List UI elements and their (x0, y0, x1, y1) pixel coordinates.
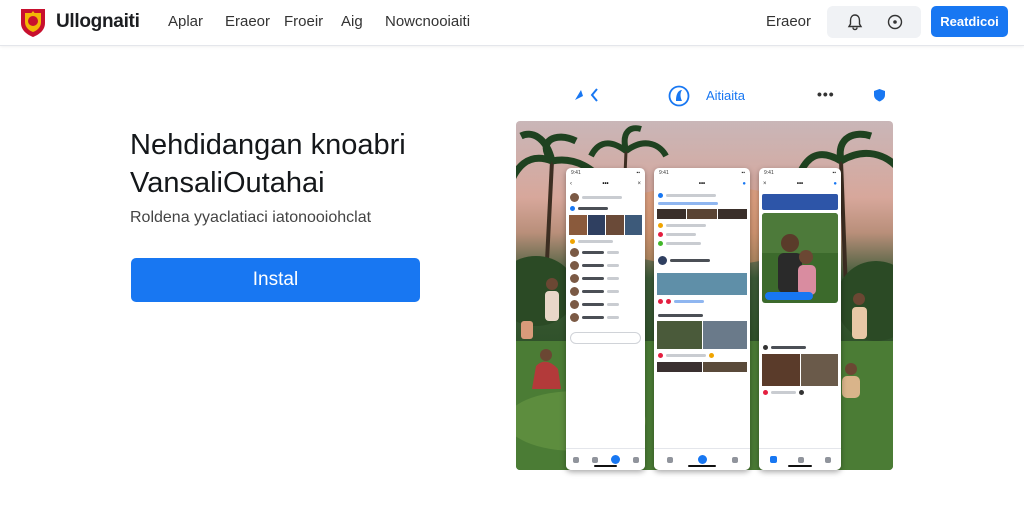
phone-header: × ••• ● (763, 181, 837, 187)
nav-link-right[interactable]: Eraeor (766, 13, 811, 30)
list-item[interactable] (566, 204, 645, 213)
phone-mockup-2: 9:41 ▪▪ ••• ● (654, 168, 750, 470)
back-icon[interactable] (572, 86, 602, 104)
app-badge-icon[interactable] (668, 85, 690, 107)
photo-preview[interactable] (654, 271, 750, 297)
phone-mockup-3: 9:41 ▪▪ × ••• ● (759, 168, 841, 470)
top-navigation-bar: Ullognaiti Aplar Eraeor Froeir Aig Nowcn… (0, 0, 1024, 46)
status-time: 9:41 (571, 170, 581, 176)
list-item[interactable] (566, 246, 645, 259)
message-input[interactable] (570, 332, 641, 344)
list-item[interactable] (566, 259, 645, 272)
photo-grid[interactable] (654, 319, 750, 351)
photo-grid[interactable] (759, 352, 841, 388)
list-item[interactable] (566, 272, 645, 285)
close-icon[interactable]: × (637, 178, 641, 191)
list-item[interactable] (654, 200, 750, 207)
icon-button-group (827, 6, 921, 38)
nav-link-3[interactable]: Froeir (284, 13, 323, 30)
logo-crest-icon[interactable] (18, 6, 48, 38)
status-time: 9:41 (659, 170, 669, 176)
photo-strip[interactable] (654, 207, 750, 221)
reaction-row[interactable] (759, 388, 841, 397)
nav-link-4[interactable]: Aig (341, 13, 363, 30)
more-options[interactable]: ••• (817, 86, 835, 102)
list-item[interactable] (654, 239, 750, 248)
top-cta-button[interactable]: Reatdicoi (931, 6, 1008, 37)
hero-title-line-1: Nehdidangan knoabri (130, 129, 406, 161)
phone-header: ‹ ••• × (566, 178, 645, 191)
status-signal: ▪▪ (832, 170, 836, 176)
info-banner[interactable] (762, 194, 838, 210)
photo-strip[interactable] (566, 213, 645, 237)
phone-status-bar: 9:41 ▪▪ (759, 168, 841, 178)
list-item[interactable] (566, 237, 645, 246)
reaction-row[interactable] (654, 351, 750, 360)
list-item[interactable] (566, 311, 645, 324)
photo-card-image (762, 213, 838, 295)
avatar (570, 193, 579, 202)
nav-link-1[interactable]: Aplar (168, 13, 203, 30)
back-arrow-icon[interactable]: ‹ (570, 178, 572, 191)
status-signal: ▪▪ (741, 170, 745, 176)
list-item[interactable] (654, 221, 750, 230)
status-time: 9:41 (764, 170, 774, 176)
phone-status-bar: 9:41 ▪▪ (566, 168, 645, 178)
phone-status-bar: 9:41 ▪▪ (654, 168, 750, 178)
photo-card[interactable] (762, 213, 838, 303)
list-item[interactable] (654, 230, 750, 239)
list-item[interactable] (654, 254, 750, 267)
hero-title: Nehdidangan knoabri VansaliOutahai (130, 126, 406, 202)
list-item[interactable] (654, 191, 750, 200)
phone-header: ••• ● (698, 181, 746, 187)
photo-card-button[interactable] (765, 292, 813, 300)
status-signal: ▪▪ (636, 170, 640, 176)
list-item[interactable] (759, 343, 841, 352)
shield-icon[interactable] (873, 88, 886, 102)
list-item[interactable] (566, 298, 645, 311)
list-item[interactable] (654, 312, 750, 319)
phone-mockup-1: 9:41 ▪▪ ‹ ••• × (566, 168, 645, 470)
photo-strip[interactable] (654, 360, 750, 374)
nav-link-5[interactable]: Nowcnooiaiti (385, 13, 470, 30)
hero-title-line-2: VansaliOutahai (130, 167, 325, 199)
bell-icon[interactable] (846, 13, 864, 31)
settings-icon[interactable] (886, 13, 904, 31)
preview-title: Aitiaita (706, 88, 746, 103)
nav-link-2[interactable]: Eraeor (225, 13, 270, 30)
reaction-row[interactable] (654, 297, 750, 306)
hero-subtitle: Roldena yyaclatiaci iatonooiohclat (130, 209, 372, 226)
list-item[interactable] (566, 191, 645, 204)
brand-name[interactable]: Ullognaiti (56, 11, 140, 33)
list-item[interactable] (566, 285, 645, 298)
install-button[interactable]: Instal (131, 258, 420, 302)
